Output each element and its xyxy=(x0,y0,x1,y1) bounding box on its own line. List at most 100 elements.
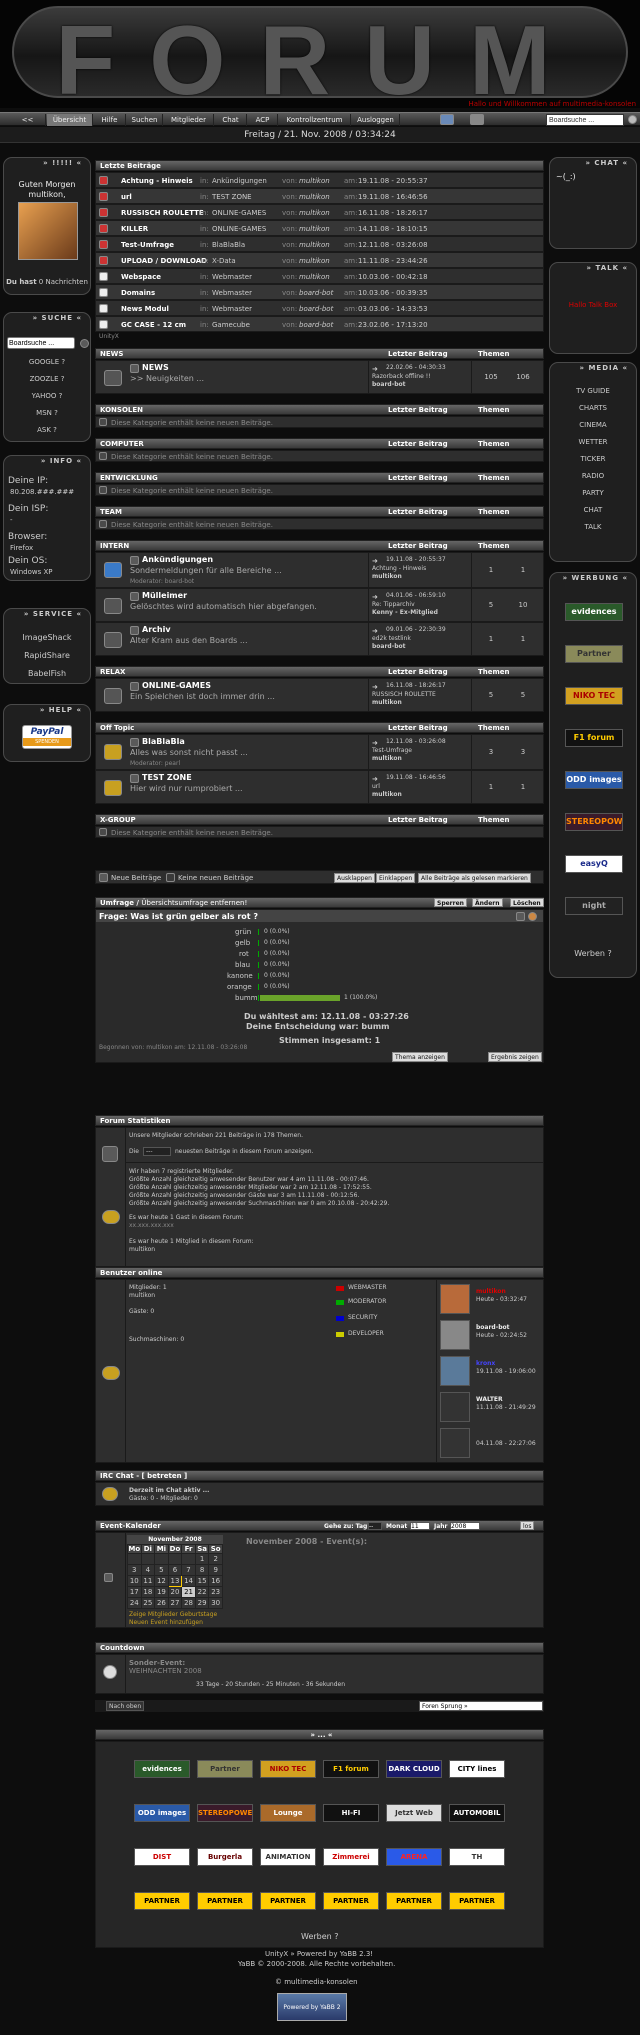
latest-post-user[interactable]: board-bot xyxy=(299,289,333,297)
recent-user-name[interactable]: kronx xyxy=(476,1360,495,1367)
calendar-day[interactable]: 12 xyxy=(154,1575,169,1587)
category-name[interactable]: NEWS xyxy=(100,350,123,358)
latest-post-user[interactable]: multikon xyxy=(299,225,330,233)
partner-logo[interactable]: NIKO TEC xyxy=(260,1760,316,1778)
partner-logo[interactable]: Zimmerei xyxy=(323,1848,379,1866)
search-icon[interactable] xyxy=(628,115,637,124)
last-post-user[interactable]: multikon xyxy=(372,699,402,706)
calendar-day[interactable]: 19 xyxy=(154,1586,169,1598)
calendar-day[interactable]: 27 xyxy=(167,1597,183,1609)
ad-logo-evidences[interactable]: evidences xyxy=(565,603,623,621)
board-title[interactable]: Archiv xyxy=(142,625,171,634)
latest-post-user[interactable]: multikon xyxy=(299,193,330,201)
link-tv-guide[interactable]: TV GUIDE xyxy=(550,387,636,395)
board-row[interactable]: NEWS >> Neuigkeiten ... ➜ 22.02.06 - 04:30:… xyxy=(95,360,544,394)
calendar-day[interactable]: 20 xyxy=(167,1586,183,1598)
partner-logo[interactable]: ODD images xyxy=(134,1804,190,1822)
last-post-title[interactable]: Achtung - Hinweis xyxy=(372,565,426,572)
partner-logo[interactable]: Partner xyxy=(197,1760,253,1778)
ad-logo-easyq[interactable]: easyQ xyxy=(565,855,623,873)
calendar-day[interactable]: 13 xyxy=(167,1575,183,1587)
last-post-title[interactable]: Test-Umfrage xyxy=(372,747,412,754)
messages-line[interactable]: Du hast 0 Nachrichten xyxy=(4,278,90,286)
category-name[interactable]: TEAM xyxy=(100,508,122,516)
nav-help[interactable]: Hilfe xyxy=(94,114,126,126)
category-name[interactable]: COMPUTER xyxy=(100,440,144,448)
latest-post-forum[interactable]: BlaBlaBla xyxy=(212,241,245,249)
nav-back[interactable]: << xyxy=(10,114,46,126)
link-babelfish[interactable]: BabelFish xyxy=(4,669,90,678)
calendar-day[interactable]: 11 xyxy=(140,1575,156,1587)
irc-title[interactable]: IRC Chat - [ betreten ] xyxy=(100,1472,187,1480)
last-post-user[interactable]: multikon xyxy=(372,791,402,798)
back-to-top-button[interactable]: Nach oben xyxy=(106,1701,145,1711)
last-post-user[interactable]: board-bot xyxy=(372,643,406,650)
calendar-day[interactable]: 7 xyxy=(181,1564,196,1576)
calendar-day-select[interactable]: -- xyxy=(368,1522,382,1530)
calendar-day[interactable]: 10 xyxy=(127,1575,142,1587)
latest-post-user[interactable]: board-bot xyxy=(299,305,333,313)
link-google[interactable]: GOOGLE ? xyxy=(4,358,90,366)
calendar-day[interactable]: 26 xyxy=(154,1597,169,1609)
avatar[interactable] xyxy=(18,202,78,260)
recent-user-name[interactable]: multikon xyxy=(476,1288,506,1295)
category-name[interactable]: INTERN xyxy=(100,542,129,550)
nav-overview[interactable]: Übersicht xyxy=(47,114,93,126)
latest-post-title[interactable]: RUSSISCH ROULETTE xyxy=(121,209,204,217)
latest-post-forum[interactable]: ONLINE-GAMES xyxy=(212,225,266,233)
calendar-day[interactable]: 30 xyxy=(208,1597,223,1609)
category-name[interactable]: Off Topic xyxy=(100,724,134,732)
calendar-day[interactable]: 6 xyxy=(167,1564,183,1576)
calendar-day[interactable]: 15 xyxy=(194,1575,210,1587)
recent-user-name[interactable]: WALTER xyxy=(476,1396,503,1403)
board-row[interactable]: TEST ZONE Hier wird nur rumprobiert ... ➜ 1… xyxy=(95,770,544,804)
latest-post-row[interactable]: Test-Umfrage in: BlaBlaBla von: multikon am: 1… xyxy=(95,236,544,252)
latest-post-title[interactable]: Domains xyxy=(121,289,155,297)
nav-search[interactable]: Suchen xyxy=(127,114,163,126)
board-row[interactable]: Mülleimer Gelöschtes wird automatisch hie… xyxy=(95,588,544,622)
category-name[interactable]: KONSOLEN xyxy=(100,406,143,414)
link-yahoo[interactable]: YAHOO ? xyxy=(4,392,90,400)
board-moderator[interactable]: Moderator: board-bot xyxy=(130,578,194,585)
show-birthdays-link[interactable]: Zeige Mitglieder Geburtstage xyxy=(129,1611,217,1618)
link-ticker[interactable]: TICKER xyxy=(550,455,636,463)
partner-logo[interactable]: evidences xyxy=(134,1760,190,1778)
last-post-title[interactable]: Razorback offline !! xyxy=(372,373,431,380)
latest-post-forum[interactable]: Webmaster xyxy=(212,289,252,297)
calendar-go-button[interactable]: los xyxy=(520,1521,535,1530)
latest-post-title[interactable]: GC CASE - 12 cm xyxy=(121,321,186,329)
latest-post-user[interactable]: multikon xyxy=(299,257,330,265)
partner-logo[interactable]: DARK CLOUD xyxy=(386,1760,442,1778)
calendar-day[interactable]: 21 xyxy=(181,1586,196,1598)
calendar-day[interactable]: 2 xyxy=(208,1553,223,1565)
breadcrumb[interactable]: UnityX xyxy=(99,333,119,340)
latest-post-forum[interactable]: Ankündigungen xyxy=(212,177,267,185)
calendar-day[interactable]: 16 xyxy=(208,1575,223,1587)
show-result-button[interactable]: Ergebnis zeigen xyxy=(488,1052,542,1062)
user-avatar[interactable] xyxy=(440,1284,470,1314)
calendar-day[interactable]: 3 xyxy=(127,1564,142,1576)
calendar-day[interactable]: 18 xyxy=(140,1586,156,1598)
latest-post-title[interactable]: KILLER xyxy=(121,225,148,233)
latest-post-row[interactable]: KILLER in: ONLINE-GAMES von: multikon am: 14.1… xyxy=(95,220,544,236)
collapse-all-button[interactable]: Einklappen xyxy=(376,873,416,883)
latest-post-forum[interactable]: TEST ZONE xyxy=(212,193,252,201)
last-post-user[interactable]: Kenny - Ex-Mitglied xyxy=(372,609,438,616)
expand-all-button[interactable]: Ausklappen xyxy=(334,873,375,883)
category-header[interactable]: RELAXLetzter BeitragThemen Beiträge xyxy=(95,666,544,687)
link-msn[interactable]: MSN ? xyxy=(4,409,90,417)
latest-post-forum[interactable]: Webmaster xyxy=(212,305,252,313)
link-ask[interactable]: ASK ? xyxy=(4,426,90,434)
link-cinema[interactable]: CINEMA xyxy=(550,421,636,429)
latest-post-forum[interactable]: Webmaster xyxy=(212,273,252,281)
nav-members[interactable]: Mitglieder xyxy=(164,114,214,126)
poll-pie-icon[interactable] xyxy=(528,912,537,921)
calendar-day[interactable]: 29 xyxy=(194,1597,210,1609)
calendar-day[interactable]: 23 xyxy=(208,1586,223,1598)
latest-post-row[interactable]: url in: TEST ZONE von: multikon am: 19.11.08 -… xyxy=(95,188,544,204)
calendar-month-select[interactable]: 11 xyxy=(410,1522,430,1530)
footer-powered[interactable]: UnityX » Powered by YaBB 2.3! xyxy=(265,1950,373,1958)
poll-chart-icon[interactable] xyxy=(516,912,525,921)
recent-user-name[interactable]: board-bot xyxy=(476,1324,510,1331)
latest-post-title[interactable]: Webspace xyxy=(121,273,161,281)
